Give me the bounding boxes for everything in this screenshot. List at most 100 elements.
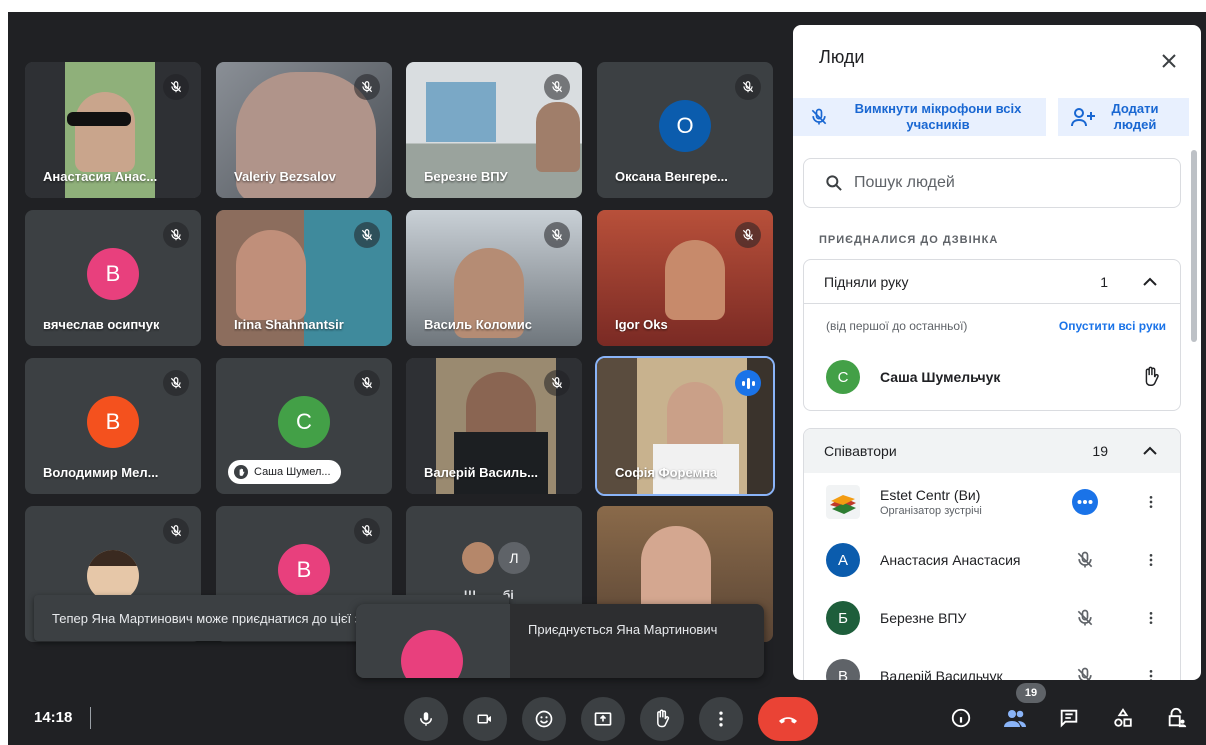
participant-tile[interactable]: В Володимир Мел...	[25, 358, 201, 494]
participant-name: Igor Oks	[615, 317, 668, 332]
add-people-button[interactable]: Додати людей	[1058, 98, 1189, 136]
participant-name: Софія Форемна	[615, 465, 718, 480]
participant-tile[interactable]: Василь Коломис	[406, 210, 582, 346]
participant-avatar: Л	[498, 542, 530, 574]
participant-menu-button[interactable]	[1140, 607, 1162, 629]
participant-menu-button[interactable]	[1140, 665, 1162, 680]
participant-name: Irina Shahmantsir	[234, 317, 344, 332]
raised-hands-title: Підняли руку	[824, 273, 909, 290]
present-screen-icon	[594, 712, 612, 726]
participant-tile[interactable]: Валерій Василь...	[406, 358, 582, 494]
participant-tile[interactable]: Irina Shahmantsir	[216, 210, 392, 346]
camera-button[interactable]	[463, 697, 507, 741]
joining-notification: Приєднується Яна Мартинович	[356, 604, 764, 678]
activities-button[interactable]	[1108, 703, 1138, 733]
participant-tile[interactable]: С Саша Шумел...	[216, 358, 392, 494]
speaking-indicator-icon	[735, 370, 761, 396]
reactions-button[interactable]	[522, 697, 566, 741]
raised-hands-card: Підняли руку 1 (від першої до останньої)…	[803, 259, 1181, 411]
people-count-badge: 19	[1016, 683, 1046, 703]
raised-hands-subheader: (від першої до останньої) Опустити всі р…	[804, 304, 1180, 348]
participant-tile[interactable]: В вячеслав осипчук	[25, 210, 201, 346]
muted-mic-icon	[163, 518, 189, 544]
host-controls-button[interactable]	[1162, 703, 1192, 733]
present-screen-button[interactable]	[581, 697, 625, 741]
mute-participant-button[interactable]	[1070, 545, 1100, 575]
emoji-icon	[535, 710, 553, 728]
contributors-header[interactable]: Співавтори 19	[804, 429, 1180, 473]
participant-avatar: А	[826, 543, 860, 577]
more-actions-button[interactable]	[1070, 487, 1100, 517]
muted-mic-icon	[163, 222, 189, 248]
info-icon	[951, 708, 971, 728]
participant-name-block: Estet Centr (Ви) Організатор зустрічі	[880, 487, 982, 517]
leave-call-button[interactable]	[758, 697, 818, 741]
more-vertical-icon	[1149, 670, 1153, 680]
mute-participant-button[interactable]	[1070, 603, 1100, 633]
more-horizontal-icon	[1072, 489, 1098, 515]
raised-hand-row[interactable]: С Саша Шумельчук	[804, 348, 1180, 406]
participant-tile[interactable]: Березне ВПУ	[406, 62, 582, 198]
muted-mic-icon	[163, 74, 189, 100]
add-people-label: Додати людей	[1111, 101, 1159, 132]
muted-mic-icon	[354, 518, 380, 544]
muted-mic-icon	[354, 222, 380, 248]
microphone-button[interactable]	[404, 697, 448, 741]
participant-role: Організатор зустрічі	[880, 505, 982, 517]
joining-text: Приєднується Яна Мартинович	[528, 622, 718, 637]
search-icon	[826, 175, 842, 191]
mic-off-icon	[1077, 551, 1093, 568]
participant-name: Valeriy Bezsalov	[234, 169, 336, 184]
participant-tile[interactable]: Valeriy Bezsalov	[216, 62, 392, 198]
participant-row[interactable]: А Анастасия Анастасия	[804, 531, 1180, 589]
mute-participant-button[interactable]	[1070, 661, 1100, 680]
top-border	[0, 0, 1206, 12]
muted-mic-icon	[544, 222, 570, 248]
participant-tile[interactable]: Анастасия Анас...	[25, 62, 201, 198]
mute-all-button[interactable]: Вимкнути мікрофони всіх учасників	[793, 98, 1046, 136]
participant-row[interactable]: Б Березне ВПУ	[804, 589, 1180, 647]
more-options-button[interactable]	[699, 697, 743, 741]
hand-icon	[657, 709, 670, 728]
participant-name: Саша Шумельчук	[880, 369, 1001, 385]
admit-notification-text: Тепер Яна Мартинович може приєднатися до…	[52, 610, 403, 626]
chat-button[interactable]	[1054, 703, 1084, 733]
participant-tile-speaking[interactable]: Софія Форемна	[595, 356, 775, 496]
more-vertical-icon	[719, 711, 723, 727]
hang-up-icon	[779, 717, 797, 724]
camera-icon	[477, 714, 491, 724]
panel-scrollbar[interactable]	[1191, 150, 1197, 342]
people-button[interactable]	[1000, 703, 1030, 733]
lower-all-hands-button[interactable]: Опустити всі руки	[1059, 319, 1166, 333]
chevron-up-icon[interactable]	[1138, 439, 1162, 463]
search-people-input[interactable]: Пошук людей	[803, 158, 1181, 208]
participant-name: Анастасия Анас...	[43, 169, 158, 184]
contributors-count: 19	[1092, 443, 1108, 459]
participant-menu-button[interactable]	[1140, 549, 1162, 571]
chevron-up-icon[interactable]	[1138, 270, 1162, 294]
participant-name: Василь Коломис	[424, 317, 532, 332]
participant-tile[interactable]: Igor Oks	[597, 210, 773, 346]
meeting-details-button[interactable]	[946, 703, 976, 733]
mic-off-icon	[1077, 609, 1093, 626]
participant-tile[interactable]: О Оксана Венгере...	[597, 62, 773, 198]
participant-name: Володимир Мел...	[43, 465, 159, 480]
meeting-clock: 14:18	[34, 709, 73, 726]
raised-hand-icon[interactable]	[1136, 362, 1166, 392]
joined-section-label: ПРИЄДНАЛИСЯ ДО ДЗВІНКА	[819, 234, 999, 246]
participant-row[interactable]: Estet Centr (Ви) Організатор зустрічі	[804, 473, 1180, 531]
meet-window: Анастасия Анас... Valeriy Bezsalov Берез…	[0, 0, 1206, 745]
raise-hand-button[interactable]	[640, 697, 684, 741]
participant-menu-button[interactable]	[1140, 491, 1162, 513]
raised-hand-icon	[234, 465, 248, 479]
person-add-icon	[1071, 108, 1095, 127]
raised-hands-count: 1	[1100, 274, 1108, 290]
raised-hands-header[interactable]: Підняли руку 1	[804, 260, 1180, 304]
search-placeholder: Пошук людей	[854, 174, 955, 191]
participant-row[interactable]: В Валерій Васильчук	[804, 647, 1180, 680]
mic-off-icon	[811, 108, 827, 125]
people-icon	[1004, 710, 1026, 727]
muted-mic-icon	[735, 222, 761, 248]
close-panel-button[interactable]	[1151, 43, 1187, 79]
muted-mic-icon	[163, 370, 189, 396]
